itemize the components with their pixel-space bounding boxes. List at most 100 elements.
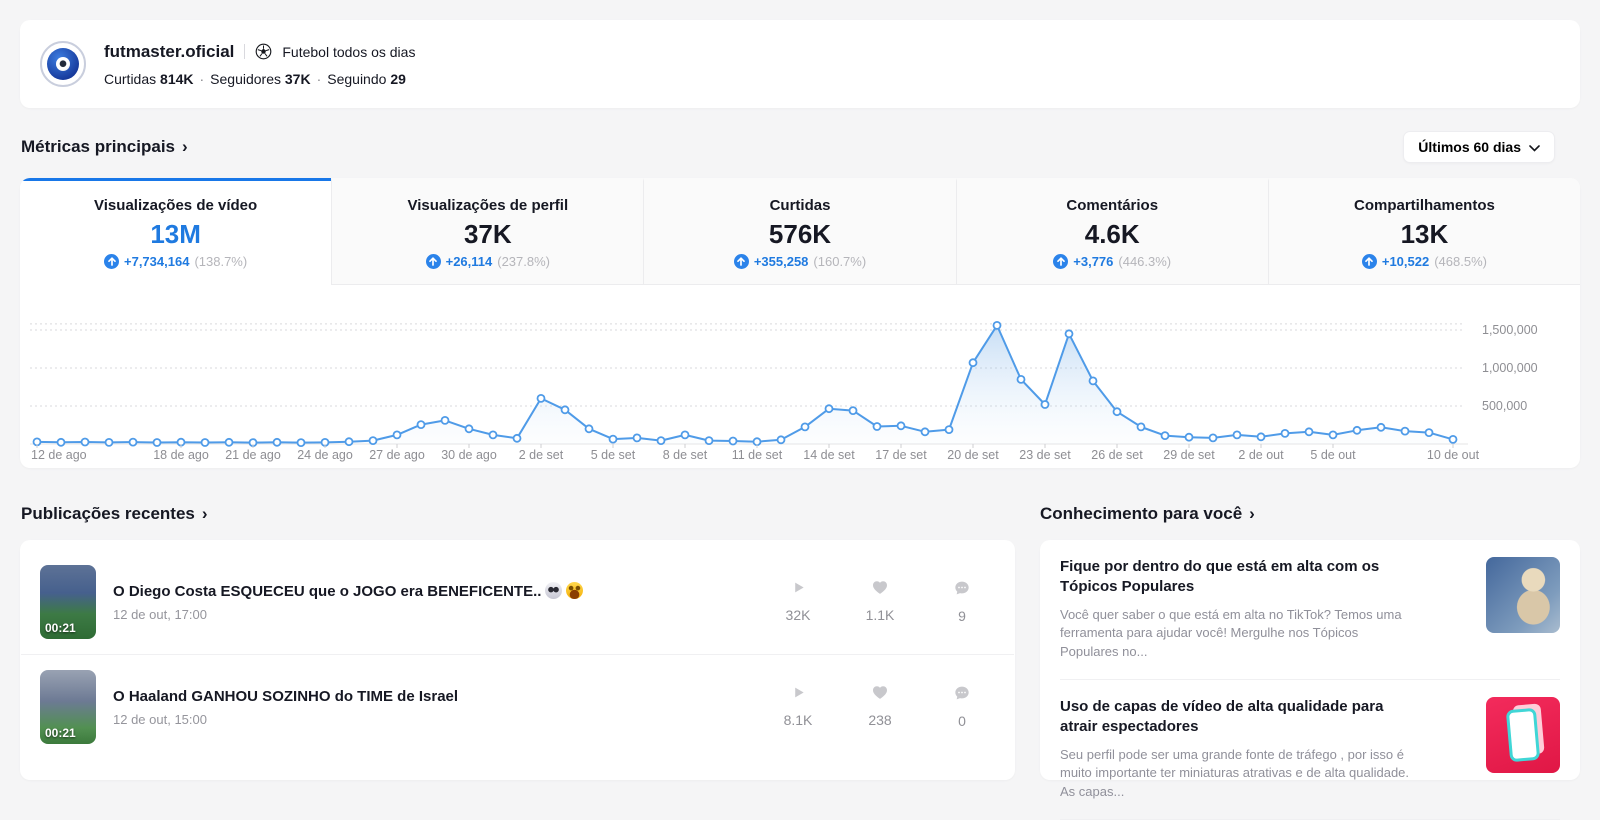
- article-excerpt: Seu perfil pode ser uma grande fonte de …: [1060, 746, 1410, 800]
- profile-tagline: Futebol todos os dias: [282, 43, 416, 60]
- followers-label: Seguidores: [210, 70, 281, 87]
- phone-mockup-graphic: [1505, 707, 1541, 763]
- views-count: 32K: [785, 607, 811, 623]
- following-label: Seguindo: [327, 70, 387, 87]
- tab-video-views[interactable]: Visualizações de vídeo 13M +7,734,164 (13…: [20, 178, 332, 285]
- svg-text:27 de ago: 27 de ago: [369, 448, 425, 462]
- tab-label: Visualizações de vídeo: [94, 196, 258, 214]
- likes-count: 1.1K: [865, 607, 895, 623]
- svg-text:29 de set: 29 de set: [1163, 448, 1215, 462]
- tab-label: Compartilhamentos: [1353, 196, 1495, 214]
- tab-value: 4.6K: [1084, 218, 1140, 249]
- svg-text:2 de out: 2 de out: [1238, 448, 1284, 462]
- comments-count: 9: [958, 608, 966, 624]
- followers-count: 37K: [284, 70, 311, 87]
- svg-text:10 de out: 10 de out: [1427, 448, 1480, 462]
- article-excerpt: Você quer saber o que está em alta no Ti…: [1060, 606, 1402, 660]
- avatar-logo: [47, 48, 79, 80]
- knowledge-article[interactable]: Uso de capas de vídeo de alta qualidade …: [1040, 680, 1580, 819]
- svg-text:5 de out: 5 de out: [1310, 448, 1356, 462]
- soccer-ball-icon: [255, 43, 272, 60]
- video-thumbnail[interactable]: 00:21: [40, 670, 96, 744]
- metrics-chart[interactable]: 500,000 1,000,000 1,500,000 12 de ago 18 de …: [20, 290, 1580, 465]
- delta-value: +26,114: [445, 253, 493, 269]
- tab-shares[interactable]: Compartilhamentos 13K +10,522 (468.5%): [1267, 178, 1580, 285]
- metrics-title-text: Métricas principais: [21, 137, 176, 156]
- svg-text:17 de set: 17 de set: [875, 448, 927, 462]
- delta-value: +3,776: [1073, 253, 1114, 269]
- svg-text:1,000,000: 1,000,000: [1482, 361, 1538, 375]
- likes-count: 238: [868, 712, 892, 728]
- heart-icon: [872, 580, 888, 600]
- svg-text:1,500,000: 1,500,000: [1482, 323, 1538, 337]
- article-title: Uso de capas de vídeo de alta qualidade …: [1060, 698, 1384, 736]
- tab-label: Comentários: [1066, 196, 1159, 214]
- chevron-right-icon: ›: [201, 504, 208, 523]
- svg-text:30 de ago: 30 de ago: [441, 448, 497, 462]
- soccer-ball-logo-icon: [56, 57, 70, 71]
- delta-value: +7,734,164: [124, 253, 190, 269]
- post-title: O Diego Costa ESQUECEU que o JOGO era BE…: [113, 582, 584, 600]
- date-range-selector[interactable]: Últimos 60 dias: [1403, 131, 1555, 163]
- post-date: 12 de out, 15:00: [113, 711, 207, 727]
- profile-stats: Curtidas 814K · Seguidores 37K · Seguindo 29: [104, 71, 415, 87]
- tab-likes[interactable]: Curtidas 576K +355,258 (160.7%): [643, 178, 956, 285]
- key-metrics-panel: Visualizações de vídeo 13M +7,734,164 (13…: [20, 178, 1580, 468]
- tab-comments[interactable]: Comentários 4.6K +3,776 (446.3%): [955, 178, 1268, 285]
- laughing-emoji-icon: [566, 582, 584, 599]
- metrics-tabs: Visualizações de vídeo 13M +7,734,164 (13…: [20, 178, 1580, 285]
- svg-text:24 de ago: 24 de ago: [297, 448, 353, 462]
- date-range-label: Últimos 60 dias: [1418, 139, 1521, 155]
- svg-text:8 de set: 8 de set: [663, 448, 708, 462]
- article-title: Fique por dentro do que está em alta com…: [1060, 558, 1380, 596]
- posts-section-title[interactable]: Publicações recentes ›: [21, 504, 208, 524]
- knowledge-title-text: Conhecimento para você: [1040, 504, 1243, 523]
- post-row[interactable]: 00:21 O Haaland GANHOU SOZINHO do TIME d…: [20, 655, 1015, 759]
- up-arrow-icon: [733, 253, 749, 269]
- play-icon: [791, 580, 806, 600]
- chevron-down-icon: [1529, 139, 1540, 155]
- up-arrow-icon: [104, 253, 119, 269]
- post-title-text: O Diego Costa ESQUECEU que o JOGO era BE…: [113, 583, 542, 600]
- article-image: [1486, 697, 1560, 774]
- knowledge-section-title[interactable]: Conhecimento para você ›: [1040, 504, 1255, 524]
- video-thumbnail[interactable]: 00:21: [40, 565, 96, 639]
- likes-count: 814K: [160, 70, 194, 87]
- knowledge-article[interactable]: Fique por dentro do que está em alta com…: [1040, 540, 1580, 679]
- tab-value: 576K: [768, 218, 832, 249]
- svg-text:18 de ago: 18 de ago: [153, 448, 209, 462]
- profile-username: futmaster.oficial: [104, 41, 235, 61]
- delta-percent: (138.7%): [194, 253, 248, 269]
- delta-value: +355,258: [753, 253, 809, 269]
- delta-percent: (446.3%): [1118, 253, 1172, 269]
- chevron-right-icon: ›: [1249, 504, 1255, 523]
- tab-value: 13M: [150, 218, 201, 249]
- delta-percent: (160.7%): [813, 253, 867, 269]
- up-arrow-icon: [1361, 253, 1377, 269]
- comment-icon: [954, 685, 970, 706]
- recent-posts-panel: 00:21 O Diego Costa ESQUECEU que o JOGO …: [20, 540, 1015, 780]
- avatar[interactable]: [40, 41, 86, 87]
- svg-text:12 de ago: 12 de ago: [31, 448, 87, 462]
- divider: [244, 44, 246, 59]
- article-image: [1486, 557, 1560, 633]
- post-date: 12 de out, 17:00: [113, 607, 207, 622]
- svg-text:500,000: 500,000: [1482, 399, 1527, 413]
- svg-text:21 de ago: 21 de ago: [225, 448, 281, 462]
- tab-profile-views[interactable]: Visualizações de perfil 37K +26,114 (237.…: [331, 178, 644, 285]
- up-arrow-icon: [1053, 253, 1069, 269]
- knowledge-panel: Fique por dentro do que está em alta com…: [1040, 540, 1580, 820]
- dot-separator: ·: [199, 70, 205, 87]
- svg-text:14 de set: 14 de set: [803, 448, 855, 462]
- post-row[interactable]: 00:21 O Diego Costa ESQUECEU que o JOGO …: [20, 550, 1015, 654]
- video-duration: 00:21: [45, 621, 76, 635]
- dot-separator: ·: [316, 70, 322, 87]
- views-count: 8.1K: [783, 712, 813, 728]
- metrics-section-title[interactable]: Métricas principais ›: [21, 137, 188, 157]
- tab-value: 13K: [1400, 218, 1449, 249]
- post-stats: 8.1K 238 0: [757, 685, 1003, 729]
- svg-text:23 de set: 23 de set: [1019, 448, 1071, 462]
- up-arrow-icon: [425, 253, 441, 269]
- chevron-right-icon: ›: [182, 137, 188, 156]
- post-title-text: O Haaland GANHOU SOZINHO do TIME de Isra…: [113, 687, 459, 705]
